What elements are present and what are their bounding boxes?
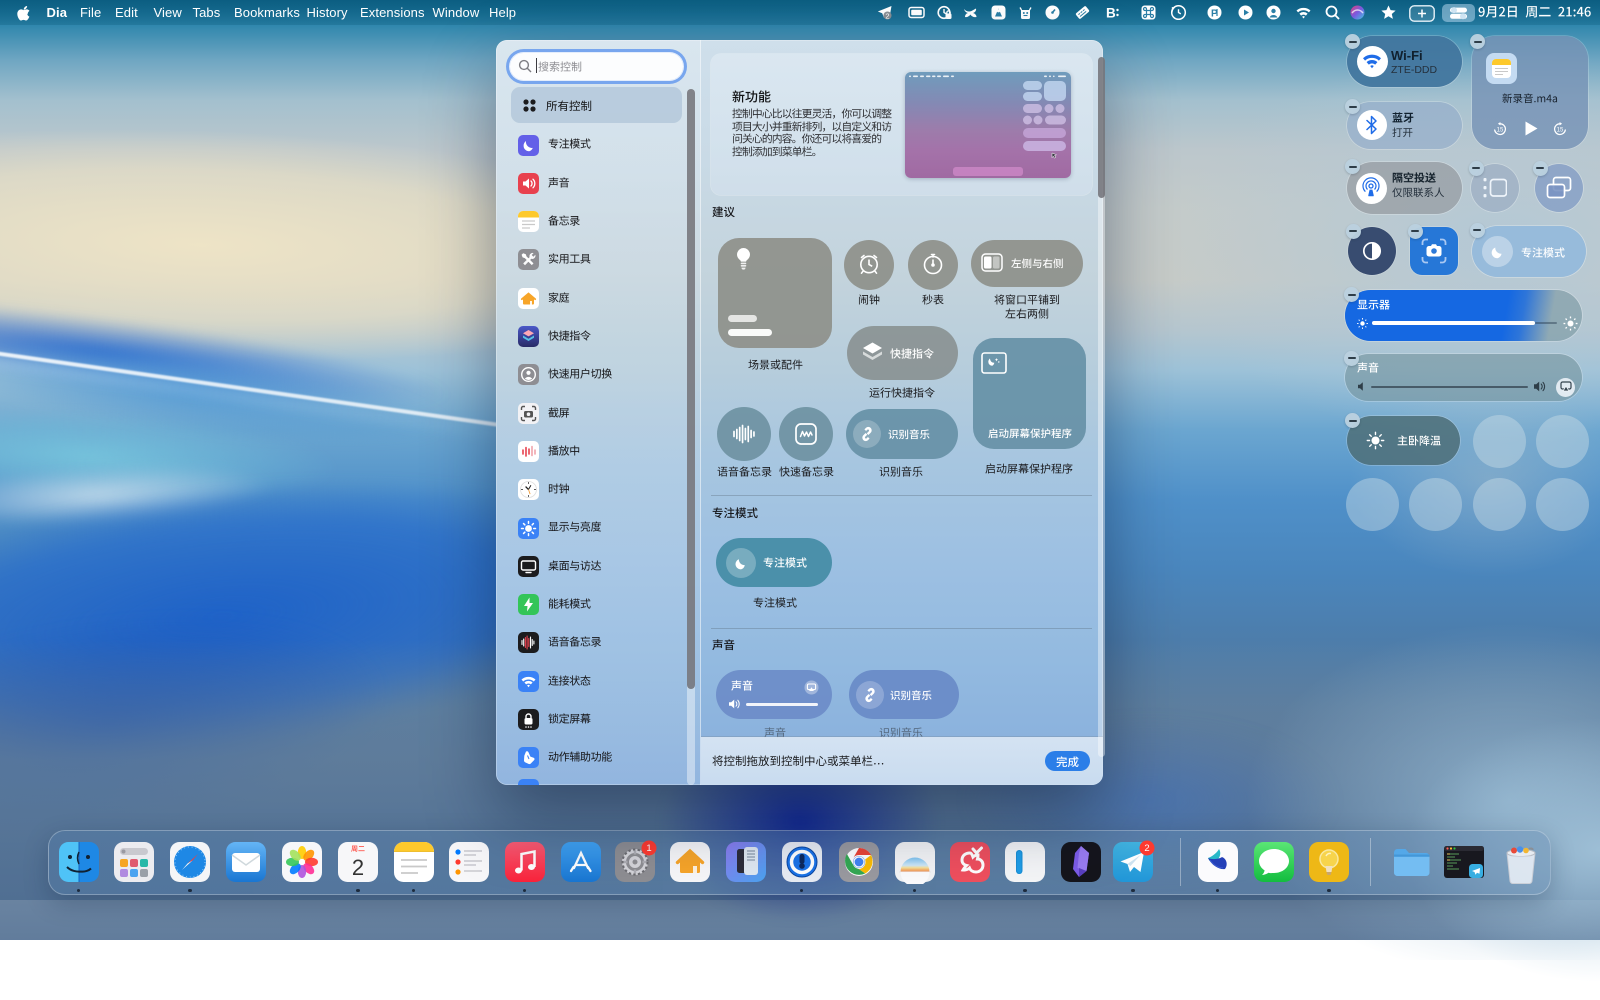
svg-text:15: 15 [1557, 127, 1564, 133]
svg-text:1: 1 [646, 843, 651, 854]
svg-text:2: 2 [352, 855, 364, 880]
svg-text:15: 15 [1497, 127, 1504, 133]
svg-text:2: 2 [1144, 843, 1149, 854]
svg-text:B: B [1106, 5, 1116, 20]
svg-text:2: 2 [885, 11, 889, 20]
